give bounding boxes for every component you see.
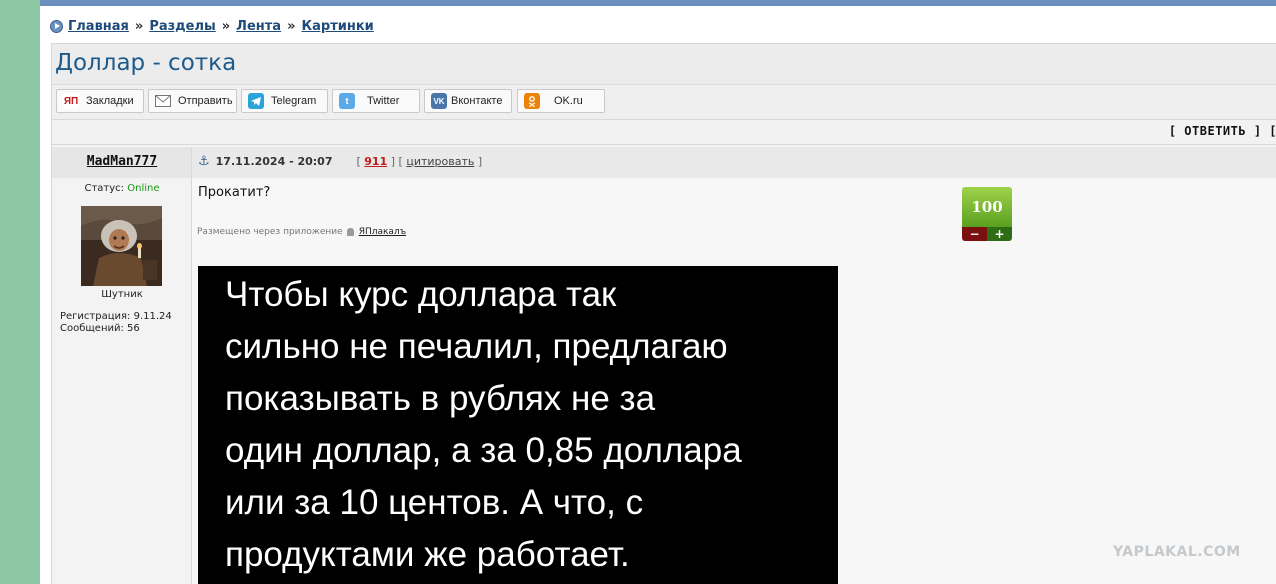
share-button-label: Вконтакте (451, 95, 503, 107)
post-image[interactable]: Чтобы курс доллара так сильно не печалил… (198, 266, 838, 584)
user-status: Статус: Online (52, 183, 192, 194)
android-icon (346, 228, 354, 236)
share-button-label: Отправить (178, 95, 233, 107)
status-value: Online (127, 183, 160, 194)
status-label: Статус: (84, 183, 125, 194)
telegram-icon (248, 93, 264, 109)
share-ok-button[interactable]: OK.ru (517, 89, 605, 113)
share-bar: ЯП Закладки Отправить Telegram t Twitter (52, 85, 1276, 120)
author-name[interactable]: MadMan777 (52, 154, 192, 169)
title-bar: Доллар - сотка (52, 44, 1276, 85)
page: Главная » Разделы » Лента » Картинки Дол… (40, 0, 1276, 584)
mail-icon (155, 93, 171, 109)
posted-via: Размещено через приложение ЯПлакалъ (197, 227, 406, 237)
yaplakal-icon: ЯП (63, 93, 79, 109)
reply-bar: [ ОТВЕТИТЬ ] [ (52, 120, 1276, 145)
share-button-label: Telegram (271, 95, 317, 107)
author-panel: Статус: Online Шутник Регистрация: 9.11.… (52, 178, 192, 584)
top-bar (40, 0, 1276, 6)
topic-container: Доллар - сотка ЯП Закладки Отправить Tel… (51, 43, 1276, 584)
page-title: Доллар - сотка (55, 50, 237, 76)
rating-score: 100 (962, 187, 1012, 227)
user-rank: Шутник (101, 289, 143, 300)
share-button-label: Twitter (367, 95, 400, 107)
share-button-label: OK.ru (554, 95, 583, 107)
post-date: 17.11.2024 - 20:07 (215, 155, 333, 168)
reply-link[interactable]: [ ОТВЕТИТЬ ] [ (1169, 124, 1276, 138)
breadcrumb-home[interactable]: Главная (68, 19, 129, 34)
breadcrumb-feed[interactable]: Лента (236, 19, 281, 34)
ok-icon (524, 93, 540, 109)
home-icon[interactable] (50, 19, 63, 33)
post-meta: ⚓ 17.11.2024 - 20:07 [ 911 ] [ цитироват… (198, 154, 483, 169)
vk-icon: VK (431, 93, 447, 109)
site-watermark: YAPLAKAL.COM (1113, 544, 1241, 560)
message-count: Сообщений: 56 (60, 323, 140, 334)
share-twitter-button[interactable]: t Twitter (332, 89, 420, 113)
share-vk-button[interactable]: VK Вконтакте (424, 89, 512, 113)
breadcrumb: Главная » Разделы » Лента » Картинки (50, 17, 374, 35)
user-info: Регистрация: 9.11.24 Сообщений: 56 (60, 311, 172, 335)
breadcrumb-pictures[interactable]: Картинки (301, 19, 373, 34)
share-telegram-button[interactable]: Telegram (241, 89, 328, 113)
quote-link[interactable]: цитировать (406, 155, 474, 168)
avatar[interactable] (81, 206, 162, 286)
share-bookmarks-button[interactable]: ЯП Закладки (56, 89, 144, 113)
breadcrumb-sections[interactable]: Разделы (149, 19, 215, 34)
app-link[interactable]: ЯПлакалъ (359, 227, 406, 237)
rating-minus-button[interactable]: − (962, 227, 987, 241)
post-number-link[interactable]: 911 (364, 155, 387, 168)
post-text: Прокатит? (198, 185, 271, 200)
rating-plus-button[interactable]: + (987, 227, 1012, 241)
post-rating: 100 − + (962, 187, 1012, 243)
post-body: Прокатит? Размещено через приложение ЯПл… (192, 178, 1276, 584)
via-label: Размещено через приложение (197, 227, 343, 237)
twitter-icon: t (339, 93, 355, 109)
share-button-label: Закладки (86, 95, 134, 107)
author-header: MadMan777 (52, 147, 192, 178)
breadcrumb-separator: » (287, 18, 296, 34)
breadcrumb-separator: » (134, 18, 144, 34)
share-send-button[interactable]: Отправить (148, 89, 237, 113)
anchor-icon[interactable]: ⚓ (198, 154, 210, 169)
registration-date: Регистрация: 9.11.24 (60, 311, 172, 322)
post-image-text: Чтобы курс доллара так сильно не печалил… (225, 275, 742, 574)
breadcrumb-separator: » (221, 18, 231, 34)
